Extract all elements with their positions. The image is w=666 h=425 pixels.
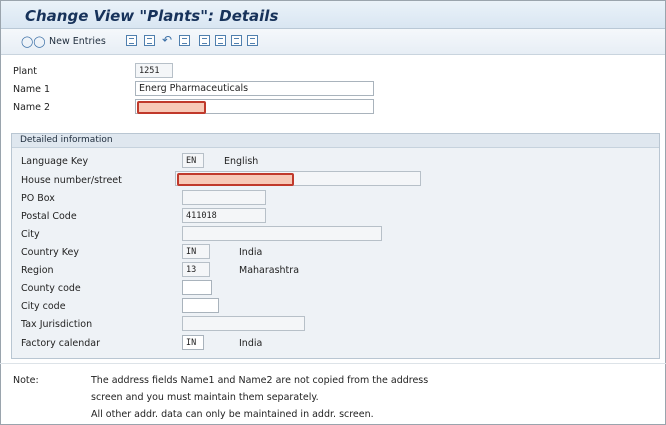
note-line-2: screen and you must maintain them separa… — [91, 392, 319, 403]
choose-icon[interactable] — [247, 35, 258, 46]
language-key-label: Language Key — [21, 156, 89, 167]
postal-code-field: 411018 — [182, 208, 266, 223]
copy-as-icon[interactable] — [126, 35, 137, 46]
factory-calendar-label: Factory calendar — [21, 338, 101, 349]
detailed-information-group: Detailed information — [11, 133, 660, 359]
group-header: Detailed information — [12, 134, 659, 148]
previous-entry-icon[interactable] — [179, 35, 190, 46]
postal-code-label: Postal Code — [21, 211, 77, 222]
name2-label: Name 2 — [13, 102, 51, 113]
name1-input[interactable]: Energ Pharmaceuticals — [135, 81, 374, 96]
po-box-label: PO Box — [21, 193, 55, 204]
note-line-1: The address fields Name1 and Name2 are n… — [91, 375, 429, 386]
plant-field: 1251 — [135, 63, 173, 78]
note-label: Note: — [13, 375, 39, 386]
po-box-field — [182, 190, 266, 205]
house-number-label: House number/street — [21, 175, 122, 186]
plant-label: Plant — [13, 66, 37, 77]
deselect-all-icon[interactable] — [231, 35, 242, 46]
undo-icon[interactable]: ↶ — [162, 33, 172, 47]
select-all-icon[interactable] — [215, 35, 226, 46]
tax-jurisdiction-field — [182, 316, 305, 331]
page-title: Change View "Plants": Details — [25, 7, 279, 25]
tax-jurisdiction-label: Tax Jurisdiction — [21, 319, 93, 330]
group-title: Detailed information — [20, 135, 113, 145]
city-code-input[interactable] — [182, 298, 219, 313]
country-key-label: Country Key — [21, 247, 79, 258]
new-entries-button[interactable]: New Entries — [49, 36, 106, 47]
region-text: Maharashtra — [239, 265, 300, 276]
delete-icon[interactable] — [144, 35, 155, 46]
application-toolbar: ◯◯ New Entries ↶ — [1, 29, 665, 55]
name2-highlight — [137, 101, 206, 114]
country-key-field: IN — [182, 244, 210, 259]
county-code-label: County code — [21, 283, 81, 294]
next-entry-icon[interactable] — [199, 35, 210, 46]
region-label: Region — [21, 265, 54, 276]
region-field: 13 — [182, 262, 210, 277]
divider — [0, 363, 666, 364]
house-number-highlight — [177, 173, 294, 186]
city-code-label: City code — [21, 301, 66, 312]
note-line-3: All other addr. data can only be maintai… — [91, 409, 374, 420]
title-bar: Change View "Plants": Details — [1, 1, 665, 29]
display-change-icon[interactable]: ◯◯ — [21, 35, 46, 48]
factory-calendar-input[interactable]: IN — [182, 335, 204, 350]
city-label: City — [21, 229, 40, 240]
language-key-text: English — [224, 156, 259, 167]
city-field — [182, 226, 382, 241]
country-key-text: India — [239, 247, 263, 258]
factory-calendar-text: India — [239, 338, 263, 349]
language-key-field: EN — [182, 153, 204, 168]
name1-label: Name 1 — [13, 84, 51, 95]
county-code-input[interactable] — [182, 280, 212, 295]
